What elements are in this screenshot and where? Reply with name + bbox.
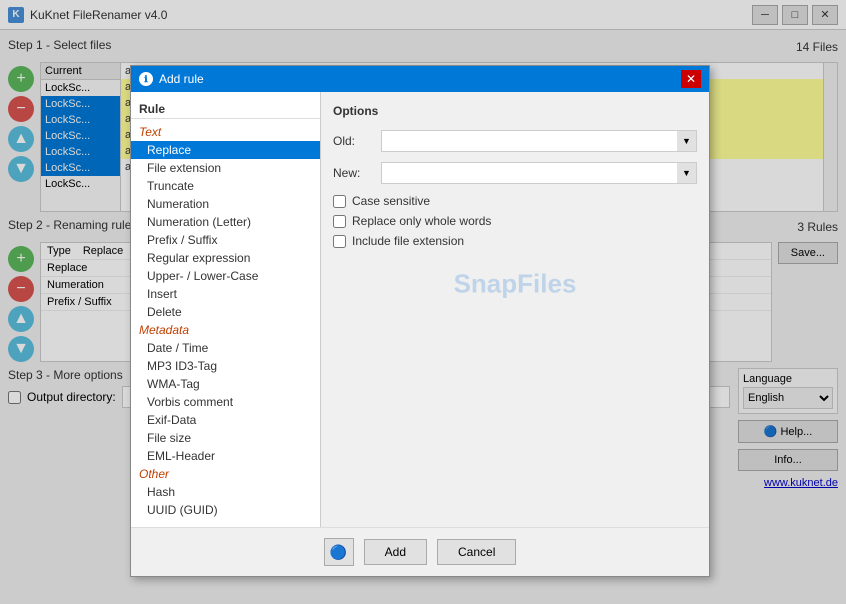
rule-item-filesize[interactable]: File size	[131, 429, 320, 447]
rule-category-other: Other	[131, 465, 320, 483]
rule-item-truncate[interactable]: Truncate	[131, 177, 320, 195]
modal-title: Add rule	[159, 72, 681, 86]
modal-icon: ℹ	[139, 72, 153, 86]
rule-item-insert[interactable]: Insert	[131, 285, 320, 303]
rule-item-mp3[interactable]: MP3 ID3-Tag	[131, 357, 320, 375]
rule-item-numeration[interactable]: Numeration	[131, 195, 320, 213]
file-extension-row: Include file extension	[333, 234, 697, 248]
new-label: New:	[333, 166, 373, 180]
case-sensitive-label: Case sensitive	[352, 194, 430, 208]
options-header: Options	[333, 104, 697, 118]
rule-item-regex[interactable]: Regular expression	[131, 249, 320, 267]
modal-body: Rule Text Replace File extension Truncat…	[131, 92, 709, 527]
old-option-row: Old: ▼	[333, 130, 697, 152]
modal-footer: 🔵 Add Cancel	[131, 527, 709, 576]
watermark-text: SnapFiles	[454, 269, 577, 300]
modal-cancel-button[interactable]: Cancel	[437, 539, 516, 565]
rule-item-prefix-suffix[interactable]: Prefix / Suffix	[131, 231, 320, 249]
old-dropdown-button[interactable]: ▼	[677, 130, 697, 152]
rule-item-eml[interactable]: EML-Header	[131, 447, 320, 465]
rule-item-uuid[interactable]: UUID (GUID)	[131, 501, 320, 519]
rule-item-hash[interactable]: Hash	[131, 483, 320, 501]
new-dropdown-button[interactable]: ▼	[677, 162, 697, 184]
whole-words-label: Replace only whole words	[352, 214, 491, 228]
modal-add-button[interactable]: Add	[364, 539, 427, 565]
old-input-group: ▼	[381, 130, 697, 152]
rule-category-text: Text	[131, 123, 320, 141]
rule-item-replace[interactable]: Replace	[131, 141, 320, 159]
help-icon-button[interactable]: 🔵	[324, 538, 354, 566]
old-input[interactable]	[381, 130, 677, 152]
watermark-area: SnapFiles	[333, 254, 697, 314]
rule-item-numeration-letter[interactable]: Numeration (Letter)	[131, 213, 320, 231]
rule-list-panel: Rule Text Replace File extension Truncat…	[131, 92, 321, 527]
rule-panel-header: Rule	[131, 100, 320, 119]
file-extension-label: Include file extension	[352, 234, 464, 248]
options-panel: Options Old: ▼ New: ▼	[321, 92, 709, 527]
modal-close-button[interactable]: ✕	[681, 70, 701, 88]
modal-overlay: ℹ Add rule ✕ Rule Text Replace File exte…	[0, 0, 846, 604]
file-extension-checkbox[interactable]	[333, 235, 346, 248]
rule-item-wma[interactable]: WMA-Tag	[131, 375, 320, 393]
whole-words-checkbox[interactable]	[333, 215, 346, 228]
new-option-row: New: ▼	[333, 162, 697, 184]
whole-words-row: Replace only whole words	[333, 214, 697, 228]
add-rule-modal: ℹ Add rule ✕ Rule Text Replace File exte…	[130, 65, 710, 577]
rule-item-file-extension[interactable]: File extension	[131, 159, 320, 177]
rule-item-exif[interactable]: Exif-Data	[131, 411, 320, 429]
rule-item-case[interactable]: Upper- / Lower-Case	[131, 267, 320, 285]
new-input[interactable]	[381, 162, 677, 184]
new-input-group: ▼	[381, 162, 697, 184]
rule-item-datetime[interactable]: Date / Time	[131, 339, 320, 357]
modal-title-bar: ℹ Add rule ✕	[131, 66, 709, 92]
case-sensitive-row: Case sensitive	[333, 194, 697, 208]
old-label: Old:	[333, 134, 373, 148]
rule-item-vorbis[interactable]: Vorbis comment	[131, 393, 320, 411]
rule-category-metadata: Metadata	[131, 321, 320, 339]
rule-item-delete[interactable]: Delete	[131, 303, 320, 321]
case-sensitive-checkbox[interactable]	[333, 195, 346, 208]
